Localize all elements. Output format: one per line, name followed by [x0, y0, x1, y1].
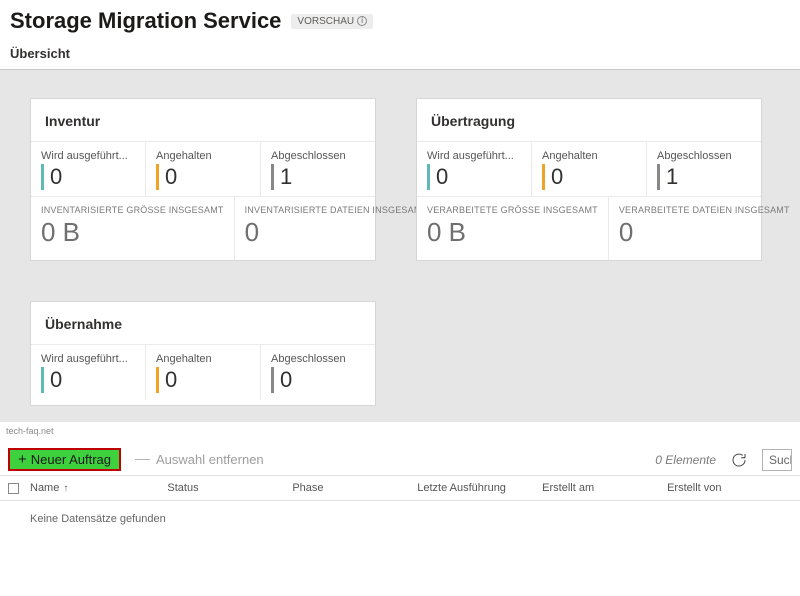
new-job-button[interactable]: + Neuer Auftrag [8, 448, 121, 471]
bar-icon [427, 164, 430, 190]
stat-inventory-paused: Angehalten 0 [145, 142, 260, 196]
card-transfer: Übertragung Wird ausgeführt... 0 Angehal… [416, 98, 762, 261]
bar-icon [271, 164, 274, 190]
stat-transfer-paused: Angehalten 0 [531, 142, 646, 196]
card-cutover: Übernahme Wird ausgeführt... 0 Angehalte… [30, 301, 376, 406]
card-inventory-totals: INVENTARISIERTE GRÖSSE INSGESAMT 0 B INV… [31, 196, 375, 260]
preview-badge: VORSCHAU i [291, 14, 373, 29]
column-header-last-run[interactable]: Letzte Ausführung [417, 482, 542, 494]
bar-icon [657, 164, 660, 190]
card-inventory: Inventur Wird ausgeführt... 0 Angehalten… [30, 98, 376, 261]
card-inventory-title: Inventur [31, 99, 375, 141]
stat-cutover-completed: Abgeschlossen 0 [260, 345, 375, 399]
stat-cutover-paused: Angehalten 0 [145, 345, 260, 399]
stat-inventory-completed: Abgeschlossen 1 [260, 142, 375, 196]
card-cutover-title: Übernahme [31, 302, 375, 344]
remove-selection-label: Auswahl entfernen [156, 452, 264, 467]
bar-icon [41, 367, 44, 393]
item-count-label: 0 Elemente [655, 453, 716, 467]
total-inventory-size: INVENTARISIERTE GRÖSSE INSGESAMT 0 B [31, 197, 235, 260]
card-transfer-totals: VERARBEITETE GRÖSSE INSGESAMT 0 B VERARB… [417, 196, 761, 260]
dashboard-area: Inventur Wird ausgeführt... 0 Angehalten… [0, 70, 800, 422]
select-all-checkbox[interactable] [8, 483, 30, 494]
watermark-text: tech-faq.net [0, 422, 800, 444]
preview-badge-label: VORSCHAU [297, 16, 354, 27]
card-cutover-stats: Wird ausgeführt... 0 Angehalten 0 Abgesc… [31, 344, 375, 399]
card-transfer-stats: Wird ausgeführt... 0 Angehalten 0 Abgesc… [417, 141, 761, 196]
remove-selection-button[interactable]: Auswahl entfernen [135, 452, 264, 467]
bar-icon [41, 164, 44, 190]
column-header-phase[interactable]: Phase [292, 482, 417, 494]
bar-icon [271, 367, 274, 393]
refresh-button[interactable] [730, 451, 748, 469]
jobs-grid-header: Name ↑ Status Phase Letzte Ausführung Er… [0, 475, 800, 501]
stat-transfer-completed: Abgeschlossen 1 [646, 142, 761, 196]
grid-empty-message: Keine Datensätze gefunden [0, 501, 800, 537]
stat-inventory-running: Wird ausgeführt... 0 [31, 142, 145, 196]
total-transfer-size: VERARBEITETE GRÖSSE INSGESAMT 0 B [417, 197, 609, 260]
section-heading-overview: Übersicht [0, 40, 800, 70]
minus-icon [135, 459, 150, 461]
stat-cutover-running: Wird ausgeführt... 0 [31, 345, 145, 399]
jobs-toolbar: + Neuer Auftrag Auswahl entfernen 0 Elem… [0, 444, 800, 475]
bar-icon [542, 164, 545, 190]
refresh-icon [730, 451, 748, 469]
bar-icon [156, 164, 159, 190]
page-header: Storage Migration Service VORSCHAU i [0, 0, 800, 40]
page-title: Storage Migration Service [10, 8, 281, 34]
column-header-name[interactable]: Name ↑ [30, 482, 167, 494]
column-header-created-by[interactable]: Erstellt von [667, 482, 792, 494]
total-transfer-files: VERARBEITETE DATEIEN INSGESAMT 0 [609, 197, 800, 260]
stat-transfer-running: Wird ausgeführt... 0 [417, 142, 531, 196]
total-inventory-files: INVENTARISIERTE DATEIEN INSGESAMT 0 [235, 197, 438, 260]
card-transfer-title: Übertragung [417, 99, 761, 141]
new-job-label: Neuer Auftrag [31, 452, 111, 467]
plus-icon: + [18, 452, 27, 467]
search-input[interactable]: Suchen [762, 449, 792, 471]
column-header-status[interactable]: Status [167, 482, 292, 494]
info-icon[interactable]: i [357, 16, 367, 26]
bar-icon [156, 367, 159, 393]
column-header-created-on[interactable]: Erstellt am [542, 482, 667, 494]
card-inventory-stats: Wird ausgeführt... 0 Angehalten 0 Abgesc… [31, 141, 375, 196]
sort-asc-icon: ↑ [63, 483, 68, 494]
